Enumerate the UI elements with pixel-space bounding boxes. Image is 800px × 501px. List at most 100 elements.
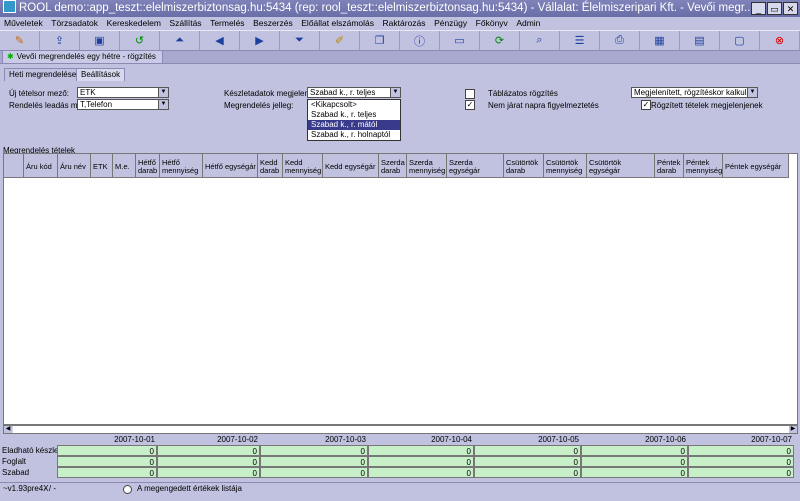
- column-header[interactable]: Hétfő egységár: [203, 154, 258, 177]
- menu-item-penzugy[interactable]: Pénzügy: [434, 18, 467, 28]
- dropdown-option[interactable]: Szabad k., r. teljes: [308, 110, 400, 120]
- document-tab[interactable]: ✱ Vevői megrendelés egy hétre - rögzítés: [2, 50, 163, 63]
- dropdown-option[interactable]: <Kikapcsolt>: [308, 100, 400, 110]
- export-icon[interactable]: ⇪: [40, 31, 80, 50]
- menu-item-torzsadatok[interactable]: Törzsadatok: [51, 18, 98, 28]
- last-icon[interactable]: ⏷: [280, 31, 320, 50]
- column-header[interactable]: Szerda darab: [379, 154, 407, 177]
- column-header[interactable]: Hétfő mennyiség: [160, 154, 203, 177]
- table-icon[interactable]: ▤: [680, 31, 720, 50]
- show-recorded-checkbox[interactable]: ✓: [641, 100, 651, 110]
- minimize-button[interactable]: _: [751, 2, 766, 15]
- close-window-button[interactable]: ✕: [783, 2, 798, 15]
- menu-item-raktarozas[interactable]: Raktározás: [383, 18, 426, 28]
- menu-item-szallitas[interactable]: Szállítás: [169, 18, 201, 28]
- menu-item-admin[interactable]: Admin: [516, 18, 540, 28]
- next-icon[interactable]: ▶: [240, 31, 280, 50]
- column-header[interactable]: Kedd mennyiség: [283, 154, 323, 177]
- grid-icon[interactable]: ▦: [640, 31, 680, 50]
- prev-icon[interactable]: ◀: [200, 31, 240, 50]
- summary-cell: 0: [581, 445, 688, 456]
- stock-display-select[interactable]: Szabad k., r. teljes ▼: [307, 87, 401, 98]
- save-icon[interactable]: ▣: [80, 31, 120, 50]
- summary-cell: 0: [57, 467, 157, 478]
- column-header[interactable]: Péntek mennyiség: [684, 154, 723, 177]
- summary-cell: 0: [157, 456, 260, 467]
- tabular-checkbox[interactable]: [465, 89, 475, 99]
- display-mode-select[interactable]: Megjelenített, rögzítéskor kalkulált ▼: [631, 87, 758, 98]
- window-icon[interactable]: ▭: [440, 31, 480, 50]
- toolbar: ✎ ⇪ ▣ ↺ ⏶ ◀ ▶ ⏷ ✐ ❐ ⓘ ▭ ⟳ ⌕ ☰ ⎙ ▦ ▤ ▢ ⊗: [0, 30, 800, 51]
- column-header[interactable]: Csütörtök darab: [504, 154, 544, 177]
- summary-cell: 0: [260, 445, 368, 456]
- column-header[interactable]: Csütörtök mennyiség: [544, 154, 587, 177]
- column-header[interactable]: Áru kód: [24, 154, 58, 177]
- summary-row: Eladható készlet 0 0 0 0 0 0 0: [0, 445, 800, 456]
- not-today-checkbox[interactable]: ✓: [465, 100, 475, 110]
- scroll-right-icon[interactable]: ▶: [789, 426, 797, 433]
- summary-cell: 0: [57, 445, 157, 456]
- column-header[interactable]: ETK: [91, 154, 113, 177]
- summary-cell: 0: [581, 456, 688, 467]
- chevron-down-icon[interactable]: ▼: [158, 88, 168, 97]
- column-header[interactable]: Péntek egységár: [723, 154, 789, 177]
- horizontal-scrollbar[interactable]: ◀ ▶: [3, 425, 798, 434]
- column-header[interactable]: Péntek darab: [655, 154, 684, 177]
- first-icon[interactable]: ⏶: [160, 31, 200, 50]
- scroll-thumb[interactable]: [13, 426, 793, 433]
- order-items-grid[interactable]: Áru kód Áru név ETK M.e. Hétfő darab Hét…: [3, 153, 798, 425]
- restore-button[interactable]: ▭: [767, 2, 782, 15]
- summary-cell: 0: [474, 456, 581, 467]
- menu-item-termeles[interactable]: Termelés: [210, 18, 244, 28]
- order-mode-value: T,Telefon: [80, 100, 113, 109]
- date-header: 2007-10-01: [114, 435, 155, 444]
- scroll-left-icon[interactable]: ◀: [4, 426, 12, 433]
- stock-display-dropdown: <Kikapcsolt> Szabad k., r. teljes Szabad…: [307, 99, 401, 141]
- info-icon[interactable]: ⓘ: [400, 31, 440, 50]
- tab-beallitasok[interactable]: Beállítások: [76, 68, 126, 81]
- summary-cell: 0: [368, 467, 474, 478]
- summary-cell: 0: [688, 445, 794, 456]
- summary-cell: 0: [581, 467, 688, 478]
- new-row-select[interactable]: ETK ▼: [77, 87, 169, 98]
- column-header[interactable]: Hétfő darab: [136, 154, 160, 177]
- frame-icon[interactable]: ▢: [720, 31, 760, 50]
- refresh-icon[interactable]: ↺: [120, 31, 160, 50]
- menu-bar: Műveletek Törzsadatok Kereskedelem Száll…: [0, 17, 800, 30]
- order-mode-select[interactable]: T,Telefon ▼: [77, 99, 169, 110]
- column-header[interactable]: M.e.: [113, 154, 136, 177]
- print-icon[interactable]: ⎙: [600, 31, 640, 50]
- edit-icon[interactable]: ✐: [320, 31, 360, 50]
- tab-heti-megrendelesek[interactable]: Heti megrendelések: [4, 68, 86, 81]
- column-header[interactable]: Szerda egységár: [447, 154, 504, 177]
- column-header[interactable]: Kedd darab: [258, 154, 283, 177]
- column-header[interactable]: Áru név: [58, 154, 91, 177]
- chevron-down-icon[interactable]: ▼: [747, 88, 757, 97]
- star-icon: ✱: [7, 52, 14, 61]
- reload-icon[interactable]: ⟳: [480, 31, 520, 50]
- chevron-down-icon[interactable]: ▼: [390, 88, 400, 97]
- chevron-down-icon[interactable]: ▼: [158, 100, 168, 109]
- not-today-label: Nem járat napra figyelmeztetés: [488, 101, 599, 110]
- column-header[interactable]: Csütörtök egységár: [587, 154, 655, 177]
- menu-item-kereskedelem[interactable]: Kereskedelem: [107, 18, 161, 28]
- search-icon[interactable]: ⌕: [520, 31, 560, 50]
- summary-cell: 0: [474, 445, 581, 456]
- close-icon[interactable]: ⊗: [760, 31, 800, 50]
- summary-cell: 0: [260, 456, 368, 467]
- menu-item-eloallat[interactable]: Előállat elszámolás: [301, 18, 374, 28]
- dropdown-option-selected[interactable]: Szabad k., r. mától: [308, 120, 400, 130]
- column-header[interactable]: Szerda mennyiség: [407, 154, 447, 177]
- menu-item-muveletek[interactable]: Műveletek: [4, 18, 43, 28]
- column-header[interactable]: Kedd egységár: [323, 154, 379, 177]
- menu-item-fokonyv[interactable]: Főkönyv: [476, 18, 508, 28]
- dropdown-option[interactable]: Szabad k., r. holnaptól: [308, 130, 400, 140]
- summary-cell: 0: [688, 456, 794, 467]
- allowed-values-radio[interactable]: [123, 485, 132, 494]
- list-icon[interactable]: ☰: [560, 31, 600, 50]
- open-icon[interactable]: ✎: [0, 31, 40, 50]
- copy-icon[interactable]: ❐: [360, 31, 400, 50]
- window-title: ROOL demo::app_teszt::elelmiszerbiztonsa…: [19, 2, 754, 14]
- menu-item-beszerzes[interactable]: Beszerzés: [253, 18, 293, 28]
- show-recorded-label: Rögzített tételek megjelenjenek: [651, 101, 763, 110]
